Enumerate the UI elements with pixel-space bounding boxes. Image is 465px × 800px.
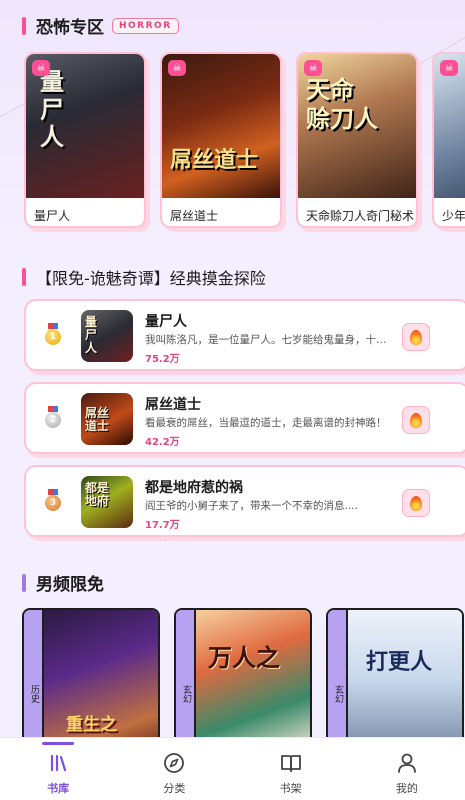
section-title: 恐怖专区 xyxy=(36,18,104,38)
skull-icon: ☠ xyxy=(168,60,186,76)
horror-badge: HORROR xyxy=(112,17,179,34)
read-count: 42.2万 xyxy=(145,437,180,448)
tab-label: 我的 xyxy=(395,782,418,795)
section-accent-bar xyxy=(22,573,26,592)
section-accent-bar xyxy=(22,16,26,35)
tab-library[interactable]: 书库 xyxy=(0,738,116,800)
book-card[interactable]: 屌丝道士 ☠ 屌丝道士 xyxy=(160,52,282,228)
active-tab-indicator xyxy=(42,742,75,745)
compass-icon xyxy=(164,753,185,773)
genre-tag: 玄幻 xyxy=(176,610,196,738)
ranking-section-header: 【限免-诡魅奇谭】经典摸金探险 xyxy=(22,265,266,289)
book-name: 量尸人 xyxy=(34,209,71,223)
cover-title: 量尸人 xyxy=(40,67,64,152)
tab-bookshelf[interactable]: 书架 xyxy=(233,738,349,800)
book-cover: 打更人 xyxy=(348,610,462,738)
book-description: 我叫陈洛凡，是一位量尸人。七岁能给鬼量身，十八... xyxy=(145,334,395,346)
section-title: 【限免-诡魅奇谭】经典摸金探险 xyxy=(36,269,266,288)
book-card[interactable]: 玄幻 万人之 xyxy=(174,608,312,738)
book-title: 都是地府惹的祸 xyxy=(145,480,243,496)
book-description: 阎王爷的小舅子来了，带来一个不幸的消息.... xyxy=(145,500,358,512)
section-accent-bar xyxy=(22,268,26,286)
read-count: 75.2万 xyxy=(145,354,180,365)
user-icon xyxy=(397,753,416,773)
book-name: 屌丝道士 xyxy=(170,209,219,223)
book-thumbnail: 屌丝 道士 xyxy=(81,393,133,445)
horror-book-carousel[interactable]: 量尸人 ☠ 量尸人 屌丝道士 ☠ 屌丝道士 天命 赊刀人 ☠ 天命赊刀人奇门秘术 … xyxy=(24,52,465,232)
book-open-icon xyxy=(280,755,301,772)
book-thumbnail: 都是 地府 xyxy=(81,476,133,528)
book-thumbnail: 量尸人 xyxy=(81,310,133,362)
gold-medal-icon: 1 xyxy=(45,323,61,345)
fire-icon[interactable] xyxy=(402,489,430,517)
horror-section-header: 恐怖专区 HORROR xyxy=(22,13,179,38)
book-description: 看最衰的屌丝，当最逗的道士，走最离谱的封神路！ xyxy=(145,417,387,429)
book-card[interactable]: 天命 赊刀人 ☠ 天命赊刀人奇门秘术 xyxy=(296,52,418,228)
book-cover: 万人之 xyxy=(196,610,310,738)
silver-medal-icon: 2 xyxy=(45,406,61,428)
book-cover: 重生之 xyxy=(44,610,158,738)
cover-title: 天命 赊刀人 xyxy=(306,75,378,133)
tab-category[interactable]: 分类 xyxy=(116,738,232,800)
tab-label: 分类 xyxy=(163,782,186,795)
library-icon xyxy=(51,754,67,772)
skull-icon: ☠ xyxy=(440,60,458,76)
book-card[interactable]: 玄幻 打更人 xyxy=(326,608,464,738)
section-title: 男频限免 xyxy=(36,575,104,595)
tab-label: 书架 xyxy=(279,782,302,795)
book-name: 天命赊刀人奇门秘术 xyxy=(306,209,415,223)
tab-label: 书库 xyxy=(47,782,70,795)
fire-icon[interactable] xyxy=(402,406,430,434)
cover-title: 屌丝道士 xyxy=(170,147,259,173)
book-title: 量尸人 xyxy=(145,314,187,330)
bronze-medal-icon: 3 xyxy=(45,489,61,511)
skull-icon: ☠ xyxy=(32,60,50,76)
genre-tag: 玄幻 xyxy=(328,610,348,738)
ranking-item[interactable]: 2 屌丝 道士 屌丝道士 看最衰的屌丝，当最逗的道士，走最离谱的封神路！ 42.2… xyxy=(24,382,465,454)
book-card[interactable]: 历史 重生之 xyxy=(22,608,160,738)
read-count: 17.7万 xyxy=(145,520,180,531)
male-book-carousel[interactable]: 历史 重生之 玄幻 万人之 玄幻 打更人 xyxy=(22,608,465,738)
skull-icon: ☠ xyxy=(304,60,322,76)
ranking-item[interactable]: 1 量尸人 量尸人 我叫陈洛凡，是一位量尸人。七岁能给鬼量身，十八... 75.… xyxy=(24,299,465,371)
genre-tag: 历史 xyxy=(24,610,44,738)
ranking-item[interactable]: 3 都是 地府 都是地府惹的祸 阎王爷的小舅子来了，带来一个不幸的消息.... 1… xyxy=(24,465,465,537)
male-section-header: 男频限免 xyxy=(22,570,104,595)
fire-icon[interactable] xyxy=(402,323,430,351)
bottom-tab-bar: 书库 分类 书架 我的 xyxy=(0,737,465,800)
book-title: 屌丝道士 xyxy=(145,397,201,413)
book-name: 少年 xyxy=(442,209,465,223)
tab-profile[interactable]: 我的 xyxy=(349,738,465,800)
book-card[interactable]: ☠ 少年 xyxy=(432,52,465,228)
book-card[interactable]: 量尸人 ☠ 量尸人 xyxy=(24,52,146,228)
